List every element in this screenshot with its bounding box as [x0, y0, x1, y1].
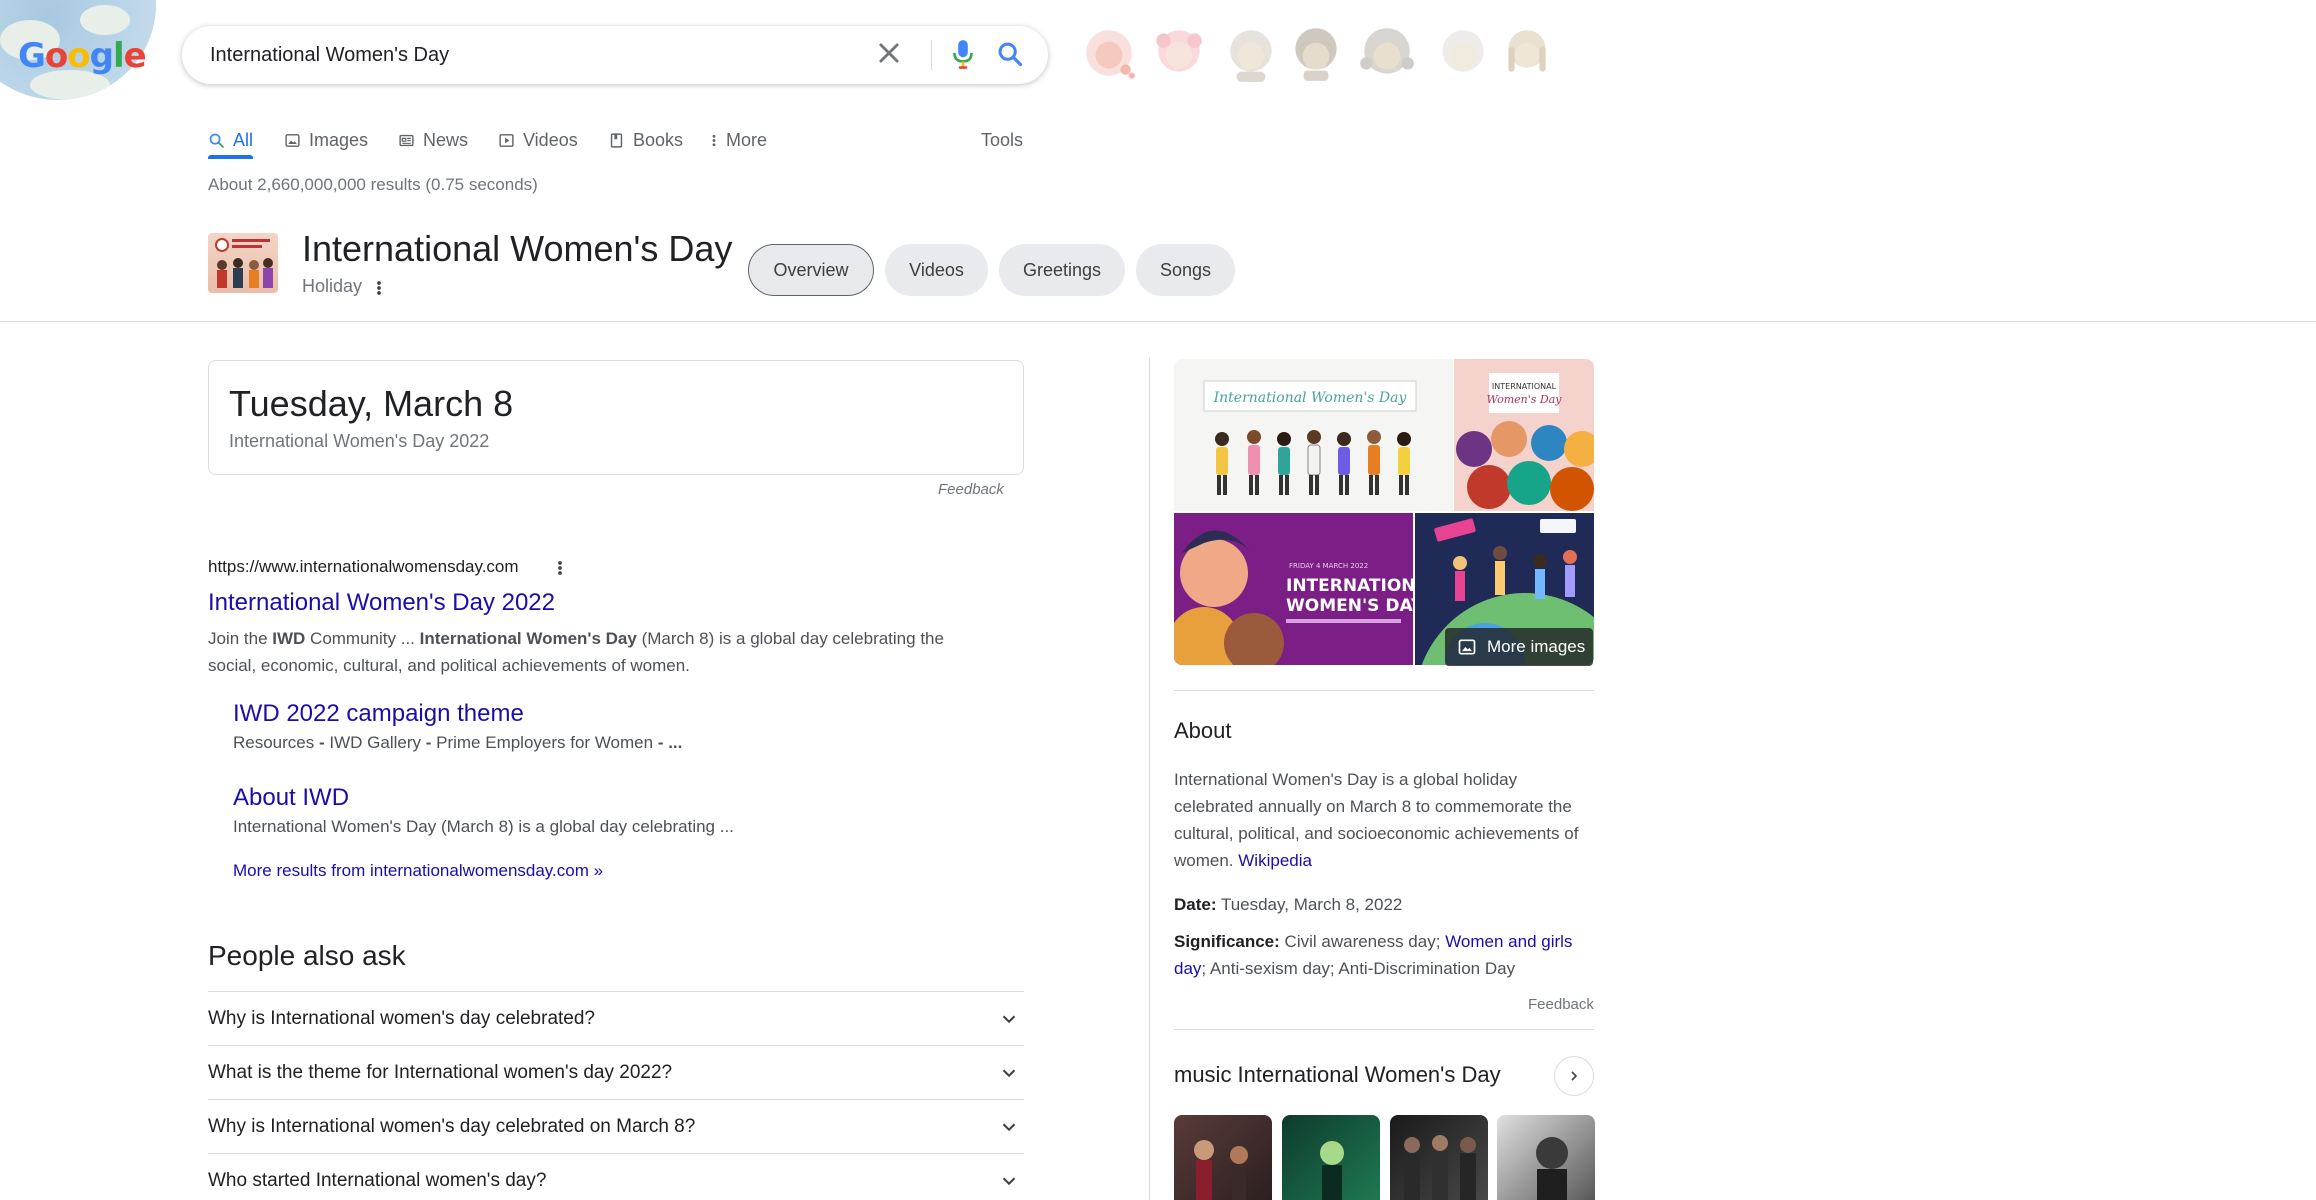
- paa-question[interactable]: What is the theme for International wome…: [208, 1045, 1024, 1099]
- book-icon: [610, 132, 623, 148]
- result-stats: About 2,660,000,000 results (0.75 second…: [208, 175, 538, 194]
- date-answer-main: Tuesday, March 8: [229, 383, 514, 424]
- chip-greetings[interactable]: Greetings: [999, 244, 1125, 296]
- sitelink-title[interactable]: IWD 2022 campaign theme: [233, 700, 524, 728]
- tab-news[interactable]: News: [398, 120, 468, 160]
- doodle-face-icon: [1156, 30, 1202, 72]
- doodle-face-icon: [1442, 30, 1484, 72]
- chevron-down-icon: [1002, 1123, 1016, 1132]
- video-icon: [499, 133, 514, 147]
- svg-text:Women's Day: Women's Day: [1487, 393, 1563, 406]
- kp-divider: [1174, 690, 1594, 691]
- paa-question[interactable]: Why is International women's day celebra…: [208, 991, 1024, 1045]
- tab-more[interactable]: More: [710, 120, 767, 160]
- doodle-face-icon: [1086, 30, 1135, 79]
- music-section-title: music International Women's Day: [1174, 1062, 1501, 1087]
- svg-text:FRIDAY 4 MARCH 2022: FRIDAY 4 MARCH 2022: [1289, 562, 1368, 570]
- chevron-down-icon: [1002, 1015, 1016, 1024]
- image-icon: [1458, 639, 1476, 655]
- more-results-link[interactable]: More results from internationalwomensday…: [233, 861, 603, 881]
- entity-thumbnail[interactable]: [208, 233, 278, 293]
- doodle-face-icon: [1508, 30, 1546, 72]
- header-divider: [0, 321, 2316, 322]
- more-vert-icon: [712, 134, 716, 146]
- sitelink-title[interactable]: About IWD: [233, 784, 349, 812]
- chip-videos[interactable]: Videos: [885, 244, 988, 296]
- image-icon: [285, 133, 300, 147]
- feedback-link[interactable]: Feedback: [938, 481, 1004, 498]
- paa-question[interactable]: Who started International women's day?: [208, 1153, 1024, 1200]
- sitelink-desc: International Women's Day (March 8) is a…: [233, 817, 734, 836]
- active-tab-indicator: [208, 155, 253, 159]
- entity-subtitle: Holiday: [302, 276, 363, 296]
- wikipedia-link[interactable]: Wikipedia: [1238, 851, 1312, 870]
- search-divider: [931, 40, 932, 70]
- chevron-right-icon: [1571, 1071, 1578, 1081]
- feedback-link[interactable]: Feedback: [1528, 996, 1594, 1013]
- result-url[interactable]: https://www.internationalwomensday.com: [208, 557, 519, 577]
- about-title: About: [1174, 718, 1232, 743]
- result-snippet: Join the IWD Community ... International…: [208, 629, 944, 675]
- search-input[interactable]: [210, 26, 850, 84]
- tab-images[interactable]: Images: [284, 120, 368, 160]
- doodle-face-icon: [1360, 28, 1414, 74]
- google-logo[interactable]: Google: [18, 36, 147, 76]
- tab-books[interactable]: Books: [608, 120, 683, 160]
- news-icon: [399, 134, 414, 146]
- about-description: International Women's Day is a global ho…: [1174, 770, 1579, 870]
- carousel-next-button[interactable]: [1554, 1056, 1594, 1096]
- tab-videos[interactable]: Videos: [498, 120, 578, 160]
- svg-text:WOMEN'S DAY: WOMEN'S DAY: [1286, 596, 1413, 616]
- result-title-link[interactable]: International Women's Day 2022: [208, 589, 555, 617]
- search-icon: [209, 133, 224, 148]
- kp-image[interactable]: International Women's Day: [1174, 359, 1453, 511]
- search-icon[interactable]: [996, 40, 1024, 68]
- music-thumbnail[interactable]: [1174, 1115, 1272, 1200]
- svg-text:International Women's Day: International Women's Day: [1213, 390, 1408, 406]
- tab-all[interactable]: All: [208, 120, 253, 160]
- kp-divider: [1174, 1029, 1594, 1030]
- chip-overview[interactable]: Overview: [748, 244, 874, 296]
- fact-date: Date: Tuesday, March 8, 2022: [1174, 895, 1403, 914]
- date-answer-card: Tuesday, March 8 International Women's D…: [208, 360, 1024, 475]
- chevron-down-icon: [1002, 1069, 1016, 1078]
- more-vert-icon[interactable]: [372, 278, 386, 298]
- chip-songs[interactable]: Songs: [1136, 244, 1235, 296]
- column-divider: [1149, 358, 1150, 1200]
- svg-text:INTERNATIONAL: INTERNATIONAL: [1286, 576, 1413, 596]
- kp-image[interactable]: FRIDAY 4 MARCH 2022 INTERNATIONAL WOMEN'…: [1174, 513, 1413, 665]
- clear-icon[interactable]: [875, 39, 903, 67]
- svg-text:INTERNATIONAL: INTERNATIONAL: [1492, 382, 1557, 391]
- doodle-face-icon: [1295, 28, 1337, 81]
- people-also-ask-title: People also ask: [208, 940, 406, 971]
- more-images-button[interactable]: More images: [1445, 628, 1593, 666]
- date-answer-sub: International Women's Day 2022: [229, 431, 490, 451]
- music-thumbnail[interactable]: [1282, 1115, 1380, 1200]
- music-thumbnail[interactable]: [1497, 1115, 1595, 1200]
- tools-button[interactable]: Tools: [981, 120, 1023, 160]
- search-box: [182, 26, 1048, 84]
- kp-image[interactable]: INTERNATIONAL Women's Day: [1454, 359, 1594, 511]
- fact-significance: Significance: Civil awareness day; Women…: [1174, 932, 1573, 978]
- sitelink-desc: Resources - IWD Gallery - Prime Employer…: [233, 733, 683, 752]
- microphone-icon[interactable]: [950, 38, 976, 70]
- chevron-down-icon: [1002, 1177, 1016, 1186]
- more-vert-icon[interactable]: [553, 558, 567, 578]
- entity-title: International Women's Day: [302, 228, 733, 269]
- doodle-face-icon: [1230, 30, 1272, 82]
- paa-question[interactable]: Why is International women's day celebra…: [208, 1099, 1024, 1153]
- music-thumbnail[interactable]: [1390, 1115, 1488, 1200]
